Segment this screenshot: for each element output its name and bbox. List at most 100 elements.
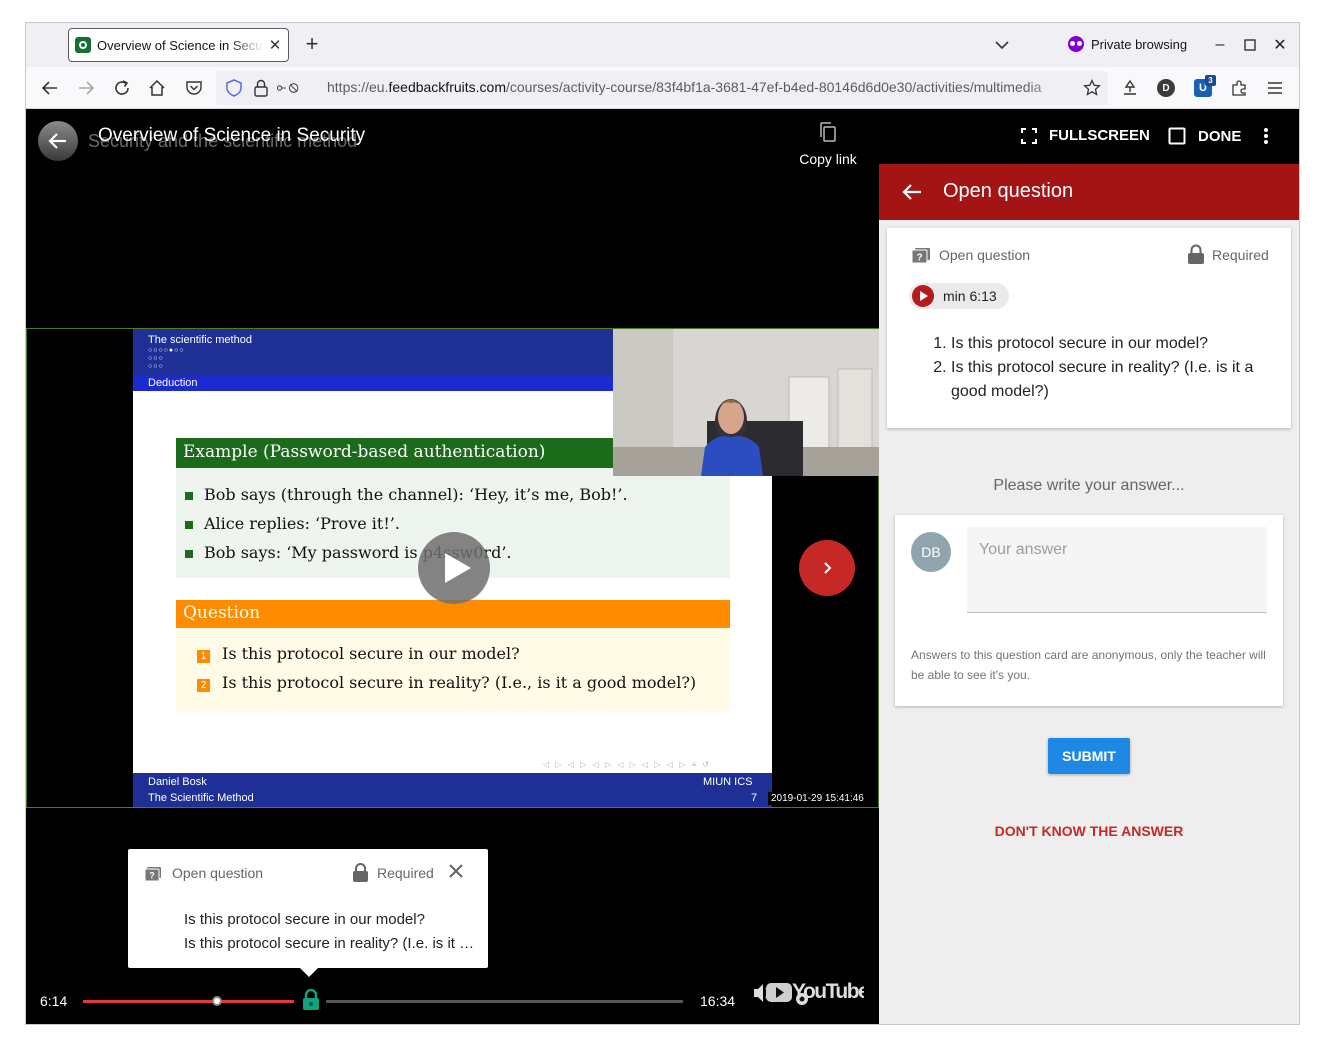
avatar: DB	[911, 532, 951, 572]
question-item: Is this protocol secure in reality? (I.e…	[951, 356, 1274, 404]
bookmark-star-icon[interactable]	[1080, 76, 1104, 100]
permissions-icon[interactable]	[276, 76, 300, 100]
fullscreen-label: FULLSCREEN	[1049, 127, 1150, 144]
minimize-icon[interactable]: –	[1208, 33, 1232, 57]
play-icon	[912, 285, 934, 307]
question-lock-marker-icon[interactable]	[301, 989, 321, 1011]
total-time: 16:34	[700, 993, 736, 1009]
lock-icon[interactable]	[249, 76, 273, 100]
svg-text:?: ?	[149, 871, 155, 881]
reload-icon[interactable]	[110, 76, 134, 100]
tracking-protection-shield-icon[interactable]	[222, 76, 246, 100]
fullscreen-button[interactable]: FULLSCREEN	[1021, 127, 1150, 144]
current-time: 6:14	[40, 993, 68, 1009]
done-label: DONE	[1198, 127, 1242, 145]
feedbackfruits-favicon-icon	[75, 37, 91, 53]
back-icon[interactable]	[38, 76, 62, 100]
forward-icon[interactable]	[74, 76, 98, 100]
popup-question-list: Is this protocol secure in our model? Is…	[167, 908, 482, 956]
question-preview-popup[interactable]: ? Open question Required Is this protoco…	[128, 849, 488, 977]
slide-page-number: 7	[751, 792, 758, 804]
slide-org: MIUN ICS	[703, 776, 753, 788]
answer-prompt: Please write your answer...	[993, 477, 1185, 494]
ublock-extension-icon[interactable]: U3	[1191, 75, 1216, 100]
extension-badge: 3	[1205, 75, 1216, 86]
url-domain: feedbackfruits.com	[388, 79, 506, 95]
example-item: Alice replies: ‘Prove it!’.	[185, 514, 400, 533]
video-timestamp-chip[interactable]: min 6:13	[909, 283, 1009, 309]
close-icon[interactable]	[446, 861, 466, 881]
arrow-left-icon[interactable]	[901, 181, 923, 203]
svg-text:YouTube: YouTube	[792, 980, 864, 1003]
copy-link-button[interactable]: Copy link	[798, 121, 858, 167]
extension-pin-icon[interactable]	[1118, 76, 1142, 100]
popup-question-item: Is this protocol secure in our model?	[184, 908, 482, 932]
question-block: Question 1 Is this protocol secure in ou…	[176, 600, 730, 712]
list-all-tabs-icon[interactable]	[992, 35, 1012, 55]
video-player[interactable]: Security and the scientific method Overv…	[26, 109, 879, 1024]
progress-bar[interactable]	[83, 989, 683, 1010]
slide-section: Deduction	[148, 377, 198, 389]
submit-button[interactable]: SUBMIT	[1048, 738, 1130, 774]
video-frame[interactable]: The scientific method ○○○○●○○ ○○○ ○○○ De…	[26, 328, 879, 808]
private-mask-icon	[1068, 36, 1084, 52]
tab-title: Overview of Science in Security	[97, 37, 264, 53]
webcam-overlay	[613, 329, 879, 476]
tab-strip: Overview of Science in Security ✕ + Priv…	[26, 23, 1299, 67]
svg-text:?: ?	[916, 253, 922, 264]
dont-know-answer-button[interactable]: DON'T KNOW THE ANSWER	[879, 823, 1299, 839]
video-back-button[interactable]	[38, 121, 78, 161]
question-panel: FULLSCREEN DONE Open question ? Open que…	[879, 109, 1299, 1024]
answer-input[interactable]	[967, 527, 1267, 613]
slide-author: Daniel Bosk	[148, 776, 207, 788]
new-tab-icon[interactable]: +	[300, 32, 324, 56]
checkbox-icon	[1168, 127, 1186, 145]
maximize-icon[interactable]	[1238, 33, 1262, 57]
profile-avatar[interactable]: D	[1154, 76, 1178, 100]
url-bar[interactable]: https://eu.feedbackfruits.com/courses/ac…	[216, 71, 1108, 105]
arrow-left-icon	[48, 133, 66, 149]
url-text[interactable]: https://eu.feedbackfruits.com/courses/ac…	[327, 79, 1077, 95]
question-block-title: Question	[176, 600, 730, 628]
question-number: 1	[197, 650, 210, 663]
more-options-icon[interactable]	[1263, 127, 1269, 145]
slide-header-title: The scientific method	[148, 334, 252, 346]
question-item: Is this protocol secure in our model?	[951, 332, 1274, 356]
youtube-logo[interactable]: YouTube	[752, 979, 871, 1009]
popup-question-item: Is this protocol secure in reality? (I.e…	[184, 932, 482, 956]
progress-scrubber[interactable]	[212, 996, 222, 1006]
done-button[interactable]: DONE	[1168, 127, 1241, 145]
url-path: /courses/activity-course/83f4bf1a-3681-4…	[505, 79, 1042, 95]
anonymous-note: Answers to this question card are anonym…	[911, 648, 1266, 682]
copy-link-label: Copy link	[799, 151, 857, 167]
browser-tab[interactable]: Overview of Science in Security ✕	[68, 28, 289, 62]
youtube-controls-icon: YouTube	[754, 980, 871, 1005]
slide-footer: Daniel Bosk MIUN ICS The Scientific Meth…	[133, 773, 772, 807]
question-card-icon: ?	[911, 248, 930, 264]
copy-icon	[820, 122, 836, 142]
popup-type-label: Open question	[172, 865, 264, 881]
popup-required-label: Required	[377, 865, 434, 881]
close-window-icon[interactable]: ✕	[1268, 33, 1292, 57]
extensions-puzzle-icon[interactable]	[1227, 76, 1251, 100]
home-icon[interactable]	[145, 76, 169, 100]
question-number: 2	[197, 679, 210, 692]
answer-card: DB Answers to this question card are ano…	[895, 515, 1283, 706]
beamer-nav-symbols: ◁ ▷ ◁ ▷ ◁ ▷ ◁ ▷ ◁ ▷ ◁ ▷ ≡ ↺	[543, 760, 712, 769]
question-item: Is this protocol secure in our model?	[222, 644, 520, 663]
app-menu-icon[interactable]	[1263, 76, 1287, 100]
player-top-actions: FULLSCREEN DONE	[879, 109, 1299, 164]
open-question-header: Open question	[879, 164, 1299, 220]
private-browsing-indicator: Private browsing	[1068, 36, 1187, 52]
tab-close-icon[interactable]: ✕	[268, 36, 282, 54]
pocket-icon[interactable]	[182, 76, 206, 100]
chip-label: min 6:13	[943, 288, 997, 304]
question-card-icon: ?	[144, 867, 161, 882]
question-list: Is this protocol secure in our model? Is…	[934, 332, 1274, 404]
video-title: Overview of Science in Security	[98, 125, 366, 146]
webcam-image	[613, 329, 879, 476]
play-button[interactable]	[418, 532, 490, 604]
next-question-button[interactable]	[799, 540, 855, 596]
question-item: Is this protocol secure in reality? (I.e…	[222, 673, 697, 692]
progress-played	[83, 1000, 307, 1003]
